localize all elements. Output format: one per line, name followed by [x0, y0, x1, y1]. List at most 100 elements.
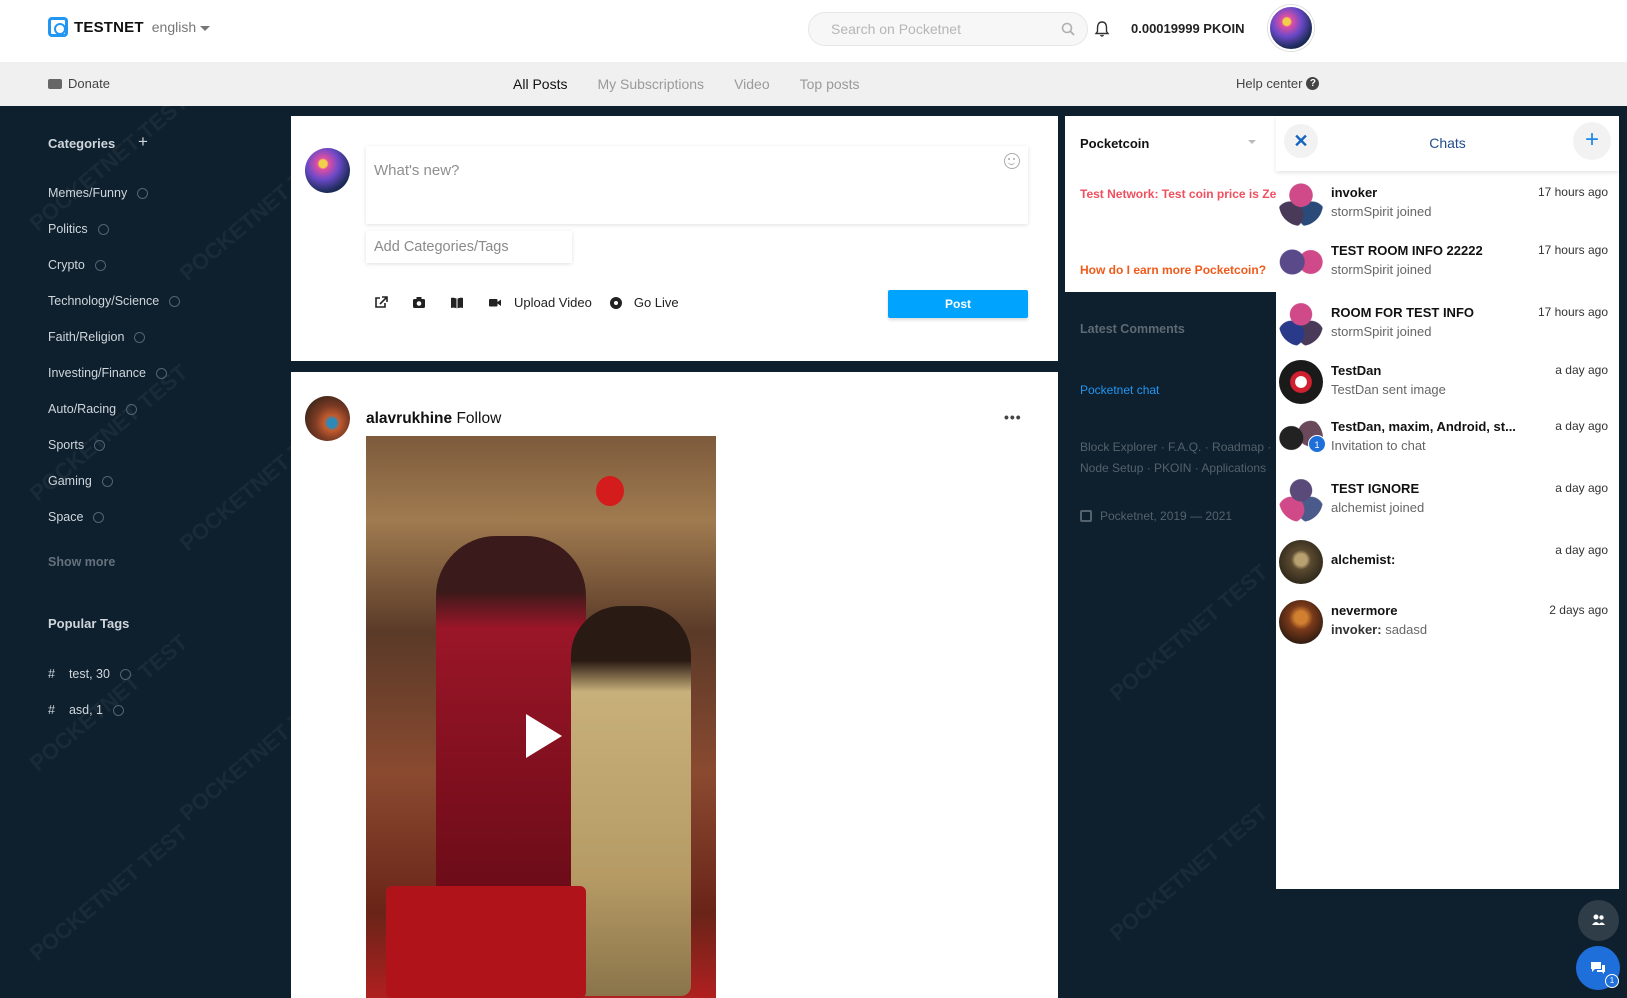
contacts-button[interactable]: [1578, 900, 1619, 941]
watermark: POCKETNET TEST: [1104, 799, 1273, 946]
tag-label: asd, 1: [68, 703, 104, 717]
chevron-down-icon: [200, 25, 211, 31]
video-thumbnail-detail: [596, 476, 624, 506]
chat-item[interactable]: TEST ROOM INFO 22222 stormSpirit joined …: [1276, 240, 1619, 296]
sidebar-item-space[interactable]: Space: [48, 510, 105, 524]
sidebar-item-faith[interactable]: Faith/Religion: [48, 330, 146, 344]
chat-item[interactable]: TestDan TestDan sent image a day ago: [1276, 360, 1619, 416]
language-selector[interactable]: english: [151, 19, 211, 35]
tab-my-subscriptions[interactable]: My Subscriptions: [597, 76, 704, 92]
help-label: Help center: [1236, 76, 1303, 91]
copyright-text: Pocketnet, 2019 — 2021: [1100, 509, 1233, 523]
add-category-button[interactable]: +: [138, 132, 148, 152]
language-label: english: [151, 19, 197, 35]
tags-input[interactable]: [366, 231, 572, 263]
video-camera-icon[interactable]: [488, 296, 502, 309]
sidebar-item-politics[interactable]: Politics: [48, 222, 109, 236]
chevron-down-icon[interactable]: [1248, 140, 1256, 144]
post-author[interactable]: alavrukhine: [366, 410, 452, 428]
widget-title: Pocketcoin: [1080, 136, 1150, 151]
new-chat-button[interactable]: +: [1573, 122, 1611, 160]
chat-time: a day ago: [1555, 481, 1608, 495]
hash-icon: #: [48, 667, 55, 681]
footer-links[interactable]: Block Explorer · F.A.Q. · Roadmap ·: [1080, 440, 1271, 454]
logo[interactable]: TESTNET english: [48, 17, 211, 37]
category-label: Technology/Science: [48, 294, 160, 308]
follow-button[interactable]: · Follow: [447, 410, 501, 428]
chat-item[interactable]: 1 TestDan, maxim, Android, st... Invitat…: [1276, 416, 1619, 472]
avatar[interactable]: [305, 396, 350, 441]
more-options-icon[interactable]: •••: [1004, 409, 1022, 425]
radio-icon: [134, 331, 146, 343]
tag-item-test[interactable]: # test, 30: [48, 667, 131, 681]
wallet-balance[interactable]: 0.00019999 PKOIN: [1131, 21, 1244, 36]
chat-name: nevermore: [1331, 603, 1398, 618]
message-sender: invoker:: [1331, 622, 1382, 637]
avatar: [1279, 182, 1323, 226]
avatar: [1279, 360, 1323, 404]
tab-top-posts[interactable]: Top posts: [800, 76, 860, 92]
book-icon[interactable]: [450, 296, 464, 309]
tag-item-asd[interactable]: # asd, 1: [48, 703, 125, 717]
tab-video[interactable]: Video: [734, 76, 770, 92]
radio-icon: [169, 295, 181, 307]
radio-icon: [119, 668, 131, 680]
show-more-link[interactable]: Show more: [48, 555, 115, 569]
search-input[interactable]: [809, 13, 1039, 45]
tab-all-posts[interactable]: All Posts: [513, 76, 567, 92]
chat-time: a day ago: [1555, 543, 1608, 557]
post-button[interactable]: Post: [888, 290, 1028, 318]
chat-item[interactable]: nevermore invoker: sadasd 2 days ago: [1276, 600, 1619, 656]
news-link[interactable]: How do I earn more Pocketcoin?: [1080, 263, 1266, 277]
news-link[interactable]: Test Network: Test coin price is Ze: [1080, 187, 1276, 201]
chat-toggle-button[interactable]: 1: [1576, 946, 1620, 990]
sidebar-item-sports[interactable]: Sports: [48, 438, 106, 452]
wallet-icon: [48, 78, 62, 89]
category-label: Faith/Religion: [48, 330, 125, 344]
radio-icon: [93, 511, 105, 523]
go-live-button[interactable]: Go Live: [634, 295, 679, 310]
chat-last-message: invoker: sadasd: [1331, 622, 1427, 637]
category-label: Auto/Racing: [48, 402, 117, 416]
user-avatar[interactable]: [1268, 5, 1314, 51]
emoji-icon[interactable]: [1004, 153, 1020, 169]
external-link-icon[interactable]: [374, 296, 388, 309]
sidebar-item-memes[interactable]: Memes/Funny: [48, 186, 149, 200]
chat-name: TestDan: [1331, 363, 1382, 378]
sidebar-item-investing[interactable]: Investing/Finance: [48, 366, 167, 380]
chat-last-message: stormSpirit joined: [1331, 262, 1432, 277]
copyright: Pocketnet, 2019 — 2021: [1080, 509, 1232, 523]
logo-text: TESTNET: [74, 18, 144, 36]
unread-badge: 1: [1308, 435, 1326, 453]
sidebar-item-auto[interactable]: Auto/Racing: [48, 402, 138, 416]
sidebar-item-crypto[interactable]: Crypto: [48, 258, 106, 272]
live-icon: [609, 296, 622, 309]
chat-item[interactable]: TEST IGNORE alchemist joined a day ago: [1276, 478, 1619, 534]
sidebar-item-gaming[interactable]: Gaming: [48, 474, 113, 488]
help-center-link[interactable]: Help center ?: [1236, 76, 1320, 91]
chat-last-message-sender: alchemist:: [1331, 552, 1396, 567]
category-label: Gaming: [48, 474, 92, 488]
chat-item[interactable]: invoker stormSpirit joined 17 hours ago: [1276, 182, 1619, 238]
search-icon[interactable]: [1061, 22, 1075, 36]
video-player[interactable]: [366, 436, 716, 998]
sidebar-item-technology[interactable]: Technology/Science: [48, 294, 181, 308]
bell-icon[interactable]: [1094, 20, 1110, 38]
users-icon: [1592, 914, 1605, 925]
chat-last-message: stormSpirit joined: [1331, 204, 1432, 219]
post-text-input[interactable]: [366, 146, 1028, 224]
chat-item[interactable]: ROOM FOR TEST INFO stormSpirit joined 17…: [1276, 302, 1619, 358]
donate-link[interactable]: Donate: [48, 76, 110, 91]
chat-time: a day ago: [1555, 419, 1608, 433]
upload-video-button[interactable]: Upload Video: [514, 295, 592, 310]
category-label: Space: [48, 510, 84, 524]
chat-item[interactable]: alchemist: a day ago: [1276, 540, 1619, 596]
footer-links[interactable]: Node Setup · PKOIN · Applications: [1080, 461, 1266, 475]
post-composer: Upload Video Go Live Post: [291, 116, 1058, 361]
play-icon[interactable]: [526, 714, 562, 758]
radio-icon: [101, 475, 113, 487]
avatar: [1279, 540, 1323, 584]
category-label: Sports: [48, 438, 85, 452]
camera-icon[interactable]: [412, 296, 426, 309]
pocketnet-chat-link[interactable]: Pocketnet chat: [1080, 383, 1159, 397]
